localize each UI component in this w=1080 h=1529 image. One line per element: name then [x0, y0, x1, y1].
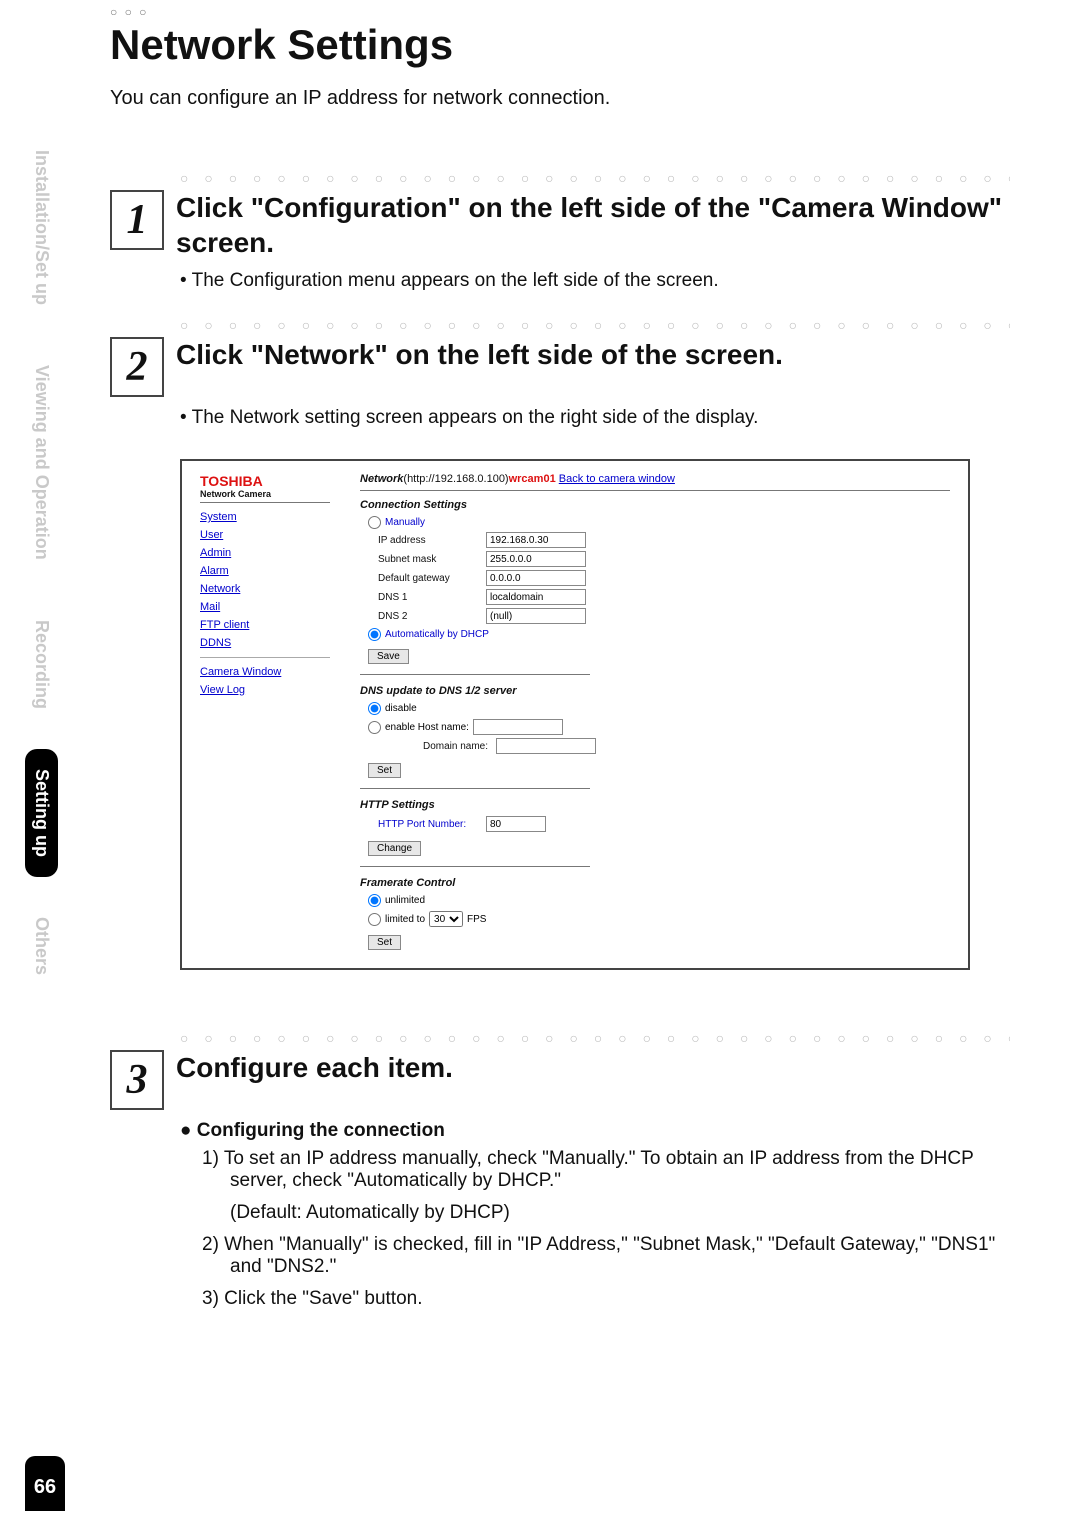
label-dns2: DNS 2 [378, 611, 478, 622]
side-tabs: Installation/Set up Viewing and Operatio… [25, 130, 65, 1290]
nav-camera-window[interactable]: Camera Window [200, 666, 330, 678]
crumb-host: wrcam01 [509, 473, 556, 485]
page-content: ○ ○ ○ Network Settings You can configure… [110, 5, 1010, 1320]
input-domain[interactable] [496, 738, 596, 754]
step-3-item-3: 3) Click the "Save" button. [202, 1288, 1010, 1310]
change-button[interactable]: Change [368, 841, 421, 856]
nav-mail[interactable]: Mail [200, 601, 330, 613]
section-dns-update: DNS update to DNS 1/2 server [360, 685, 950, 697]
nav-system[interactable]: System [200, 511, 330, 523]
tab-installation[interactable]: Installation/Set up [25, 130, 58, 325]
network-settings-screenshot: TOSHIBA Network Camera System User Admin… [180, 459, 970, 970]
input-dns1[interactable] [486, 589, 586, 605]
brand-logo: TOSHIBA [200, 473, 330, 489]
input-mask[interactable] [486, 551, 586, 567]
radio-fps-limited-pre: limited to [385, 914, 425, 925]
ss-sidebar: TOSHIBA Network Camera System User Admin… [200, 473, 330, 950]
input-ip[interactable] [486, 532, 586, 548]
nav-alarm[interactable]: Alarm [200, 565, 330, 577]
input-dns2[interactable] [486, 608, 586, 624]
step-3-item-1: 1) To set an IP address manually, check … [202, 1148, 1010, 1192]
title-decoration: ○ ○ ○ [110, 5, 1010, 19]
label-domain: Domain name: [378, 741, 488, 752]
label-gateway: Default gateway [378, 573, 478, 584]
nav-ftp[interactable]: FTP client [200, 619, 330, 631]
radio-fps-limited[interactable] [368, 913, 381, 926]
input-host-name[interactable] [473, 719, 563, 735]
radio-dns-enable-label: enable Host name: [385, 722, 469, 733]
radio-dhcp-label: Automatically by DHCP [385, 629, 489, 640]
back-link[interactable]: Back to camera window [559, 473, 675, 485]
tab-others[interactable]: Others [25, 897, 58, 995]
radio-dns-disable-label: disable [385, 703, 417, 714]
label-dns1: DNS 1 [378, 592, 478, 603]
radio-fps-unlimited[interactable] [368, 894, 381, 907]
section-framerate: Framerate Control [360, 877, 950, 889]
nav-user[interactable]: User [200, 529, 330, 541]
nav-ddns[interactable]: DDNS [200, 637, 330, 649]
step-1-bullet: The Configuration menu appears on the le… [180, 270, 1010, 292]
crumb-section: Network [360, 473, 403, 485]
divider-dots: ○ ○ ○ ○ ○ ○ ○ ○ ○ ○ ○ ○ ○ ○ ○ ○ ○ ○ ○ ○ … [180, 317, 1010, 333]
section-connection: Connection Settings [360, 499, 950, 511]
radio-fps-unlimited-label: unlimited [385, 895, 425, 906]
step-1: ○ ○ ○ ○ ○ ○ ○ ○ ○ ○ ○ ○ ○ ○ ○ ○ ○ ○ ○ ○ … [110, 170, 1010, 292]
step-3-subheading: Configuring the connection [180, 1120, 1010, 1142]
select-fps[interactable]: 30 [429, 911, 463, 927]
nav-admin[interactable]: Admin [200, 547, 330, 559]
intro-text: You can configure an IP address for netw… [110, 87, 1010, 110]
input-http-port[interactable] [486, 816, 546, 832]
step-2: ○ ○ ○ ○ ○ ○ ○ ○ ○ ○ ○ ○ ○ ○ ○ ○ ○ ○ ○ ○ … [110, 317, 1010, 970]
crumb-url: (http://192.168.0.100) [403, 473, 508, 485]
page-title: Network Settings [110, 21, 1010, 69]
step-2-number: 2 [110, 337, 164, 397]
radio-dns-enable[interactable] [368, 721, 381, 734]
radio-manually[interactable] [368, 516, 381, 529]
step-2-title: Click "Network" on the left side of the … [176, 337, 1010, 372]
step-1-number: 1 [110, 190, 164, 250]
divider-dots: ○ ○ ○ ○ ○ ○ ○ ○ ○ ○ ○ ○ ○ ○ ○ ○ ○ ○ ○ ○ … [180, 170, 1010, 186]
section-http: HTTP Settings [360, 799, 950, 811]
set-button[interactable]: Set [368, 763, 401, 778]
radio-dns-disable[interactable] [368, 702, 381, 715]
nav-view-log[interactable]: View Log [200, 684, 330, 696]
step-1-title: Click "Configuration" on the left side o… [176, 190, 1010, 260]
divider-dots: ○ ○ ○ ○ ○ ○ ○ ○ ○ ○ ○ ○ ○ ○ ○ ○ ○ ○ ○ ○ … [180, 1030, 1010, 1046]
input-gateway[interactable] [486, 570, 586, 586]
brand-subtitle: Network Camera [200, 489, 330, 503]
label-http-port: HTTP Port Number: [378, 819, 478, 830]
nav-network[interactable]: Network [200, 583, 330, 595]
step-3-title: Configure each item. [176, 1050, 1010, 1085]
radio-fps-limited-post: FPS [467, 914, 486, 925]
step-2-bullet: The Network setting screen appears on th… [180, 407, 1010, 429]
tab-recording[interactable]: Recording [25, 600, 58, 729]
radio-dhcp[interactable] [368, 628, 381, 641]
breadcrumb: Network(http://192.168.0.100)wrcam01 Bac… [360, 473, 950, 491]
step-3: ○ ○ ○ ○ ○ ○ ○ ○ ○ ○ ○ ○ ○ ○ ○ ○ ○ ○ ○ ○ … [110, 1030, 1010, 1310]
radio-manually-label: Manually [385, 517, 425, 528]
label-mask: Subnet mask [378, 554, 478, 565]
tab-setting-up[interactable]: Setting up [25, 749, 58, 877]
step-3-item-2: 2) When "Manually" is checked, fill in "… [202, 1234, 1010, 1278]
save-button[interactable]: Save [368, 649, 409, 664]
step-3-number: 3 [110, 1050, 164, 1110]
ss-main: Network(http://192.168.0.100)wrcam01 Bac… [360, 473, 950, 950]
tab-viewing[interactable]: Viewing and Operation [25, 345, 57, 580]
set-fps-button[interactable]: Set [368, 935, 401, 950]
label-ip: IP address [378, 535, 478, 546]
page-number: 66 [25, 1456, 65, 1511]
step-3-item-1-default: (Default: Automatically by DHCP) [202, 1202, 1010, 1224]
